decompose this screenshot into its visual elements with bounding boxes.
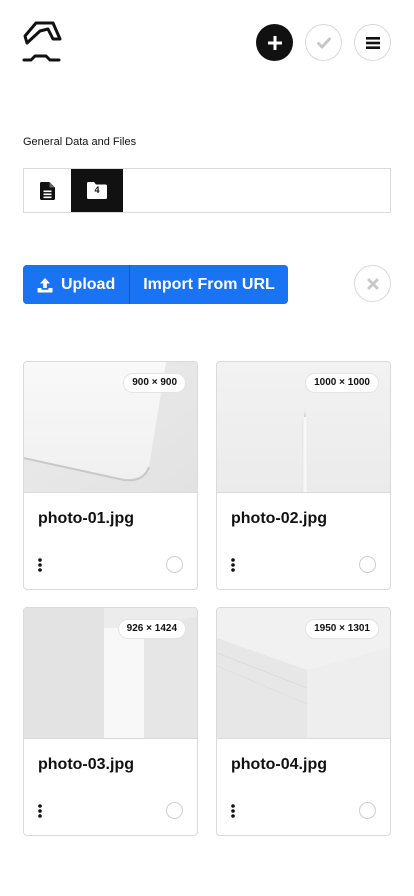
upload-icon [37, 277, 53, 292]
hamburger-menu-icon [365, 36, 380, 49]
card-divider [24, 738, 197, 739]
file-name: photo-04.jpg [231, 756, 327, 773]
file-card[interactable]: 926 × 1424 photo-03.jpg [23, 607, 198, 836]
upload-button[interactable]: Upload [23, 265, 130, 304]
upload-label: Upload [61, 275, 116, 293]
files-count-badge: 4 [94, 185, 100, 195]
select-radio[interactable] [359, 556, 376, 573]
files-tabbar: 4 [23, 168, 391, 213]
select-radio[interactable] [359, 802, 376, 819]
select-radio[interactable] [166, 556, 183, 573]
card-divider [217, 492, 390, 493]
dimensions-badge: 1000 × 1000 [305, 373, 379, 393]
file-name: photo-01.jpg [38, 510, 134, 527]
upload-button-group: Upload Import From URL [23, 265, 288, 304]
dimensions-badge: 1950 × 1301 [305, 619, 379, 639]
file-card[interactable]: 1950 × 1301 photo-04.jpg [216, 607, 391, 836]
dimensions-badge: 926 × 1424 [117, 619, 186, 639]
import-from-url-button[interactable]: Import From URL [129, 265, 288, 304]
tab-files[interactable]: 4 [71, 169, 123, 212]
card-divider [217, 738, 390, 739]
more-options-icon[interactable] [231, 558, 235, 572]
file-card[interactable]: 1000 × 1000 photo-02.jpg [216, 361, 391, 590]
more-options-icon[interactable] [38, 804, 42, 818]
brand-logo[interactable] [22, 20, 62, 66]
file-name: photo-03.jpg [38, 756, 134, 773]
clear-button[interactable] [354, 265, 391, 302]
file-name: photo-02.jpg [231, 510, 327, 527]
confirm-button[interactable] [305, 24, 342, 61]
menu-button[interactable] [354, 24, 391, 61]
tab-general-data[interactable] [24, 169, 71, 212]
card-divider [24, 492, 197, 493]
more-options-icon[interactable] [38, 558, 42, 572]
file-card[interactable]: 900 × 900 photo-01.jpg [23, 361, 198, 590]
section-title: General Data and Files [23, 136, 137, 148]
dimensions-badge: 900 × 900 [123, 373, 186, 393]
select-radio[interactable] [166, 802, 183, 819]
close-icon [367, 278, 378, 289]
more-options-icon[interactable] [231, 804, 235, 818]
check-icon [316, 37, 331, 48]
add-button[interactable] [256, 24, 293, 61]
plus-icon [267, 35, 282, 50]
document-icon [40, 181, 55, 200]
